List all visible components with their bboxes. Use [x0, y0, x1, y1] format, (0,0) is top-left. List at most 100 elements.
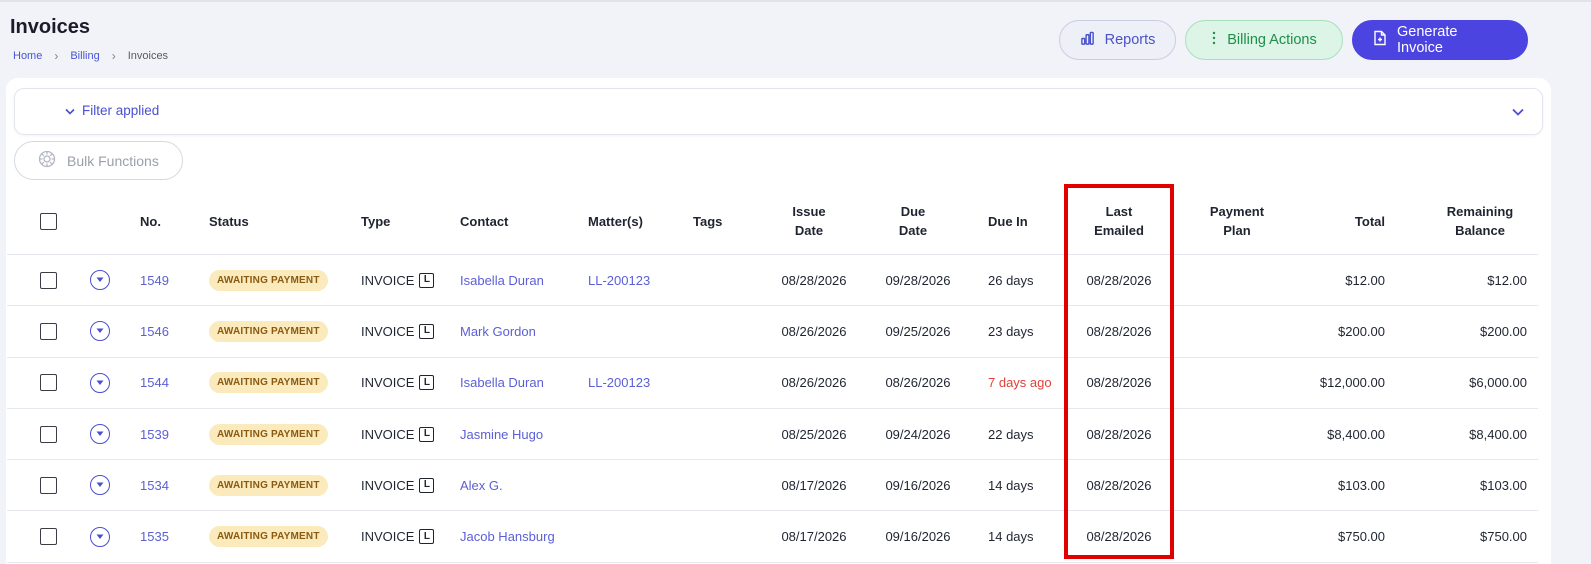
circle-chevron-down-icon[interactable] — [90, 321, 110, 342]
row-checkbox[interactable] — [40, 271, 57, 289]
payment-plan — [1197, 255, 1277, 305]
reports-button[interactable]: Reports — [1059, 20, 1176, 60]
header-total[interactable]: Total — [1307, 187, 1385, 255]
table-row[interactable]: 1544 AWAITING PAYMENT INVOICE L Isabella… — [7, 358, 1538, 409]
select-all-cell[interactable] — [40, 187, 57, 255]
table-row[interactable]: 1535 AWAITING PAYMENT INVOICE L Jacob Ha… — [7, 511, 1538, 563]
due-in: 7 days ago — [988, 375, 1052, 391]
generate-invoice-button[interactable]: Generate Invoice — [1352, 20, 1528, 60]
row-expand-cell[interactable] — [90, 409, 110, 459]
total-amount: $12.00 — [1345, 272, 1385, 288]
row-expand-cell[interactable] — [90, 511, 110, 561]
header-no[interactable]: No. — [140, 187, 161, 255]
select-all-checkbox[interactable] — [40, 212, 57, 230]
issue-date: 08/28/2026 — [781, 272, 847, 288]
matter-link[interactable]: LL-200123 — [588, 358, 650, 408]
bulk-functions-label: Bulk Functions — [67, 152, 159, 169]
due-date: 09/28/2026 — [885, 272, 951, 288]
chevron-down-icon — [65, 103, 75, 118]
invoice-number[interactable]: 1539 — [140, 409, 169, 459]
contact-link[interactable]: Jacob Hansburg — [460, 511, 555, 561]
row-checkbox[interactable] — [40, 374, 57, 392]
circle-chevron-down-icon[interactable] — [90, 424, 110, 445]
row-expand-cell[interactable] — [90, 255, 110, 305]
row-checkbox[interactable] — [40, 476, 57, 494]
type-cell: INVOICE L — [361, 511, 435, 561]
row-checkbox[interactable] — [40, 528, 57, 546]
bulk-functions-button[interactable]: Bulk Functions — [14, 141, 183, 180]
breadcrumb-home[interactable]: Home — [13, 50, 42, 62]
row-select-cell[interactable] — [40, 409, 57, 459]
header-remaining-balance[interactable]: Remaining Balance — [1435, 187, 1525, 255]
header-type[interactable]: Type — [361, 187, 390, 255]
breadcrumb-billing[interactable]: Billing — [70, 50, 99, 62]
row-select-cell[interactable] — [40, 511, 57, 561]
row-checkbox[interactable] — [40, 425, 57, 443]
status-badge: AWAITING PAYMENT — [209, 320, 328, 342]
billing-actions-label: Billing Actions — [1227, 32, 1317, 48]
row-select-cell[interactable] — [40, 358, 57, 408]
status-badge: AWAITING PAYMENT — [209, 372, 328, 394]
circle-chevron-down-icon[interactable] — [90, 526, 110, 547]
chevron-right-icon: › — [111, 49, 116, 63]
table-row[interactable]: 1539 AWAITING PAYMENT INVOICE L Jasmine … — [7, 409, 1538, 461]
type-cell: INVOICE L — [361, 409, 435, 459]
row-select-cell[interactable] — [40, 460, 57, 510]
header-status[interactable]: Status — [209, 187, 249, 255]
circle-chevron-down-icon[interactable] — [90, 270, 110, 291]
invoice-number[interactable]: 1546 — [140, 306, 169, 356]
matter-link[interactable]: LL-200123 — [588, 255, 650, 305]
status-cell: AWAITING PAYMENT — [209, 255, 328, 305]
header-last-emailed-line1: Last — [1105, 204, 1133, 219]
header-payment-plan[interactable]: Payment Plan — [1197, 187, 1277, 255]
filter-bar[interactable]: Filter applied — [14, 88, 1543, 135]
due-in: 14 days — [988, 477, 1034, 493]
document-plus-icon — [1373, 30, 1387, 50]
type-label: INVOICE — [361, 529, 415, 545]
header-due-in[interactable]: Due In — [988, 187, 1028, 255]
invoice-number[interactable]: 1535 — [140, 511, 169, 561]
row-select-cell[interactable] — [40, 255, 57, 305]
contact-link[interactable]: Isabella Duran — [460, 358, 544, 408]
row-expand-cell[interactable] — [90, 358, 110, 408]
circle-chevron-down-icon[interactable] — [90, 475, 110, 496]
header-contact[interactable]: Contact — [460, 187, 508, 255]
due-date: 09/16/2026 — [885, 477, 951, 493]
table-body: 1549 AWAITING PAYMENT INVOICE L Isabella… — [7, 255, 1538, 563]
type-cell: INVOICE L — [361, 358, 435, 408]
table-row[interactable]: 1549 AWAITING PAYMENT INVOICE L Isabella… — [7, 255, 1538, 307]
row-checkbox[interactable] — [40, 322, 57, 340]
row-select-cell[interactable] — [40, 306, 57, 356]
invoice-number[interactable]: 1544 — [140, 358, 169, 408]
header-matters[interactable]: Matter(s) — [588, 187, 643, 255]
header-remaining-balance-line1: Remaining — [1446, 204, 1514, 219]
type-cell: INVOICE L — [361, 460, 435, 510]
row-expand-cell[interactable] — [90, 306, 110, 356]
table-row[interactable]: 1534 AWAITING PAYMENT INVOICE L Alex G. … — [7, 460, 1538, 512]
reports-label: Reports — [1104, 32, 1156, 48]
contact-link[interactable]: Mark Gordon — [460, 306, 536, 356]
row-expand-cell[interactable] — [90, 460, 110, 510]
billing-actions-button[interactable]: Billing Actions — [1185, 20, 1343, 60]
table-header: No. Status Type Contact Matter(s) Tags I… — [7, 187, 1538, 255]
type-badge: L — [419, 529, 435, 545]
due-date: 08/26/2026 — [885, 375, 951, 391]
filter-toggle[interactable]: Filter applied — [65, 103, 159, 118]
invoice-number[interactable]: 1549 — [140, 255, 169, 305]
invoice-number[interactable]: 1534 — [140, 460, 169, 510]
contact-link[interactable]: Alex G. — [460, 460, 503, 510]
status-badge: AWAITING PAYMENT — [209, 526, 328, 548]
last-emailed: 08/28/2026 — [1086, 323, 1152, 339]
circle-chevron-down-icon[interactable] — [90, 372, 110, 393]
header-last-emailed[interactable]: Last Emailed — [1079, 187, 1159, 255]
header-tags[interactable]: Tags — [693, 187, 722, 255]
status-badge: AWAITING PAYMENT — [209, 423, 328, 445]
payment-plan — [1197, 409, 1277, 459]
header-due-date[interactable]: Due Date — [873, 187, 953, 255]
contact-link[interactable]: Jasmine Hugo — [460, 409, 543, 459]
filter-expand-icon[interactable] — [1512, 103, 1524, 121]
due-in: 22 days — [988, 426, 1034, 442]
table-row[interactable]: 1546 AWAITING PAYMENT INVOICE L Mark Gor… — [7, 306, 1538, 358]
header-issue-date[interactable]: Issue Date — [769, 187, 849, 255]
contact-link[interactable]: Isabella Duran — [460, 255, 544, 305]
